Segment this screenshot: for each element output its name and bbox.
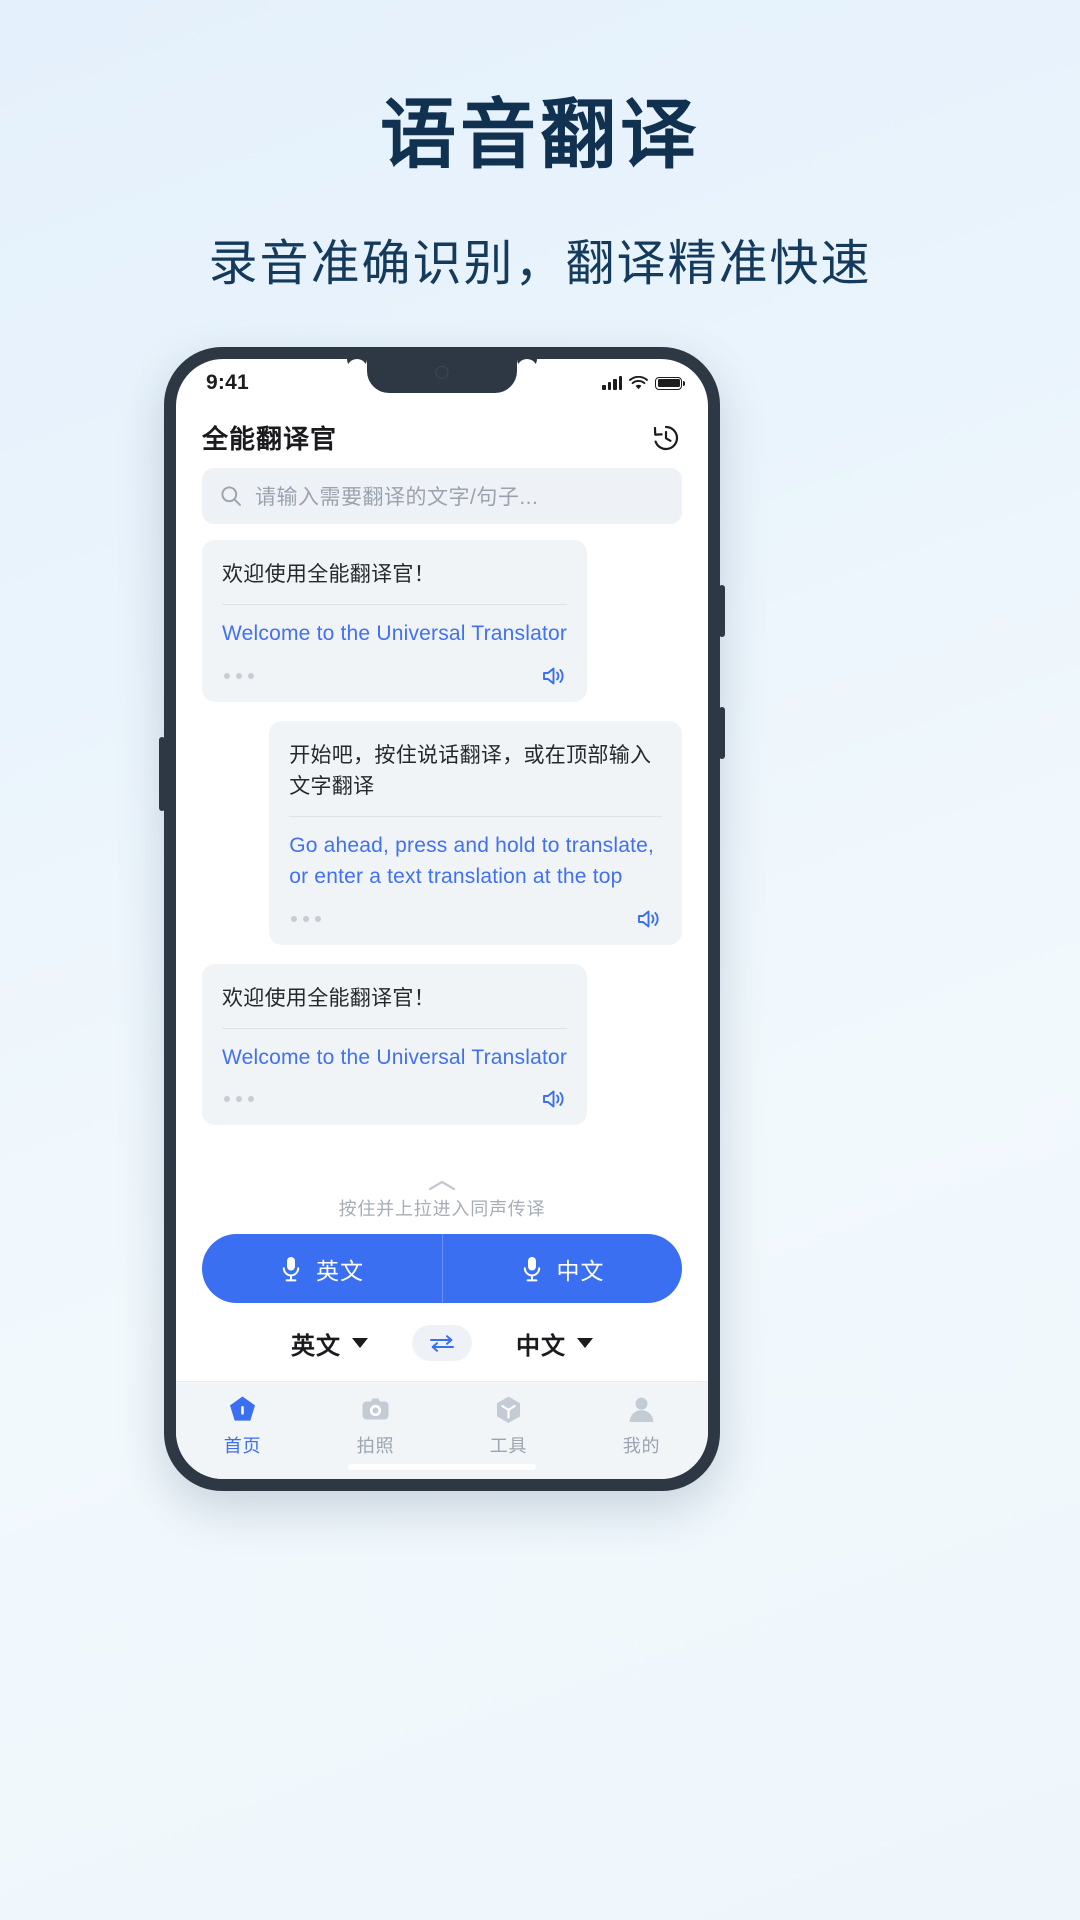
record-button-source-label: 英文 [316, 1257, 364, 1284]
search-placeholder: 请输入需要翻译的文字/句子... [255, 486, 539, 509]
status-icons [602, 375, 686, 391]
status-time: 9:41 [206, 371, 249, 394]
bubble-target-text: Welcome to the Universal Translator [222, 1045, 568, 1069]
swap-arrows-icon [430, 1335, 454, 1352]
more-dots-icon[interactable] [289, 915, 322, 922]
target-language-dropdown[interactable]: 中文 [516, 1326, 593, 1361]
user-profile-icon [629, 1397, 654, 1422]
caret-down-icon [352, 1338, 368, 1348]
chat-bubble[interactable]: 开始吧，按住说话翻译，或在顶部输入文字翻译 Go ahead, press an… [269, 720, 682, 945]
source-language-label: 英文 [291, 1332, 341, 1360]
microphone-icon [282, 1256, 300, 1281]
side-button [719, 707, 725, 759]
wifi-icon [629, 375, 648, 389]
speaker-icon[interactable] [634, 905, 662, 933]
tab-home-label: 首页 [223, 1436, 262, 1456]
chat-bubble[interactable]: 欢迎使用全能翻译官！ Welcome to the Universal Tran… [202, 540, 588, 702]
phone-mockup: 9:41 全能翻译官 请输入需要翻译的文字/句子... 欢迎使用全能翻译官！ W… [159, 347, 725, 1491]
tab-profile-label: 我的 [622, 1436, 661, 1456]
home-indicator [348, 1464, 536, 1470]
bubble-source-text: 开始吧，按住说话翻译，或在顶部输入文字翻译 [289, 743, 652, 798]
page-title: 语音翻译 [380, 93, 700, 178]
search-input[interactable]: 请输入需要翻译的文字/句子... [202, 468, 682, 524]
caret-down-icon [577, 1338, 593, 1348]
tab-profile[interactable]: 我的 [575, 1394, 708, 1458]
more-dots-icon[interactable] [222, 1096, 254, 1103]
record-button-source[interactable]: 英文 [202, 1234, 442, 1303]
battery-full-icon [655, 376, 686, 390]
tab-camera[interactable]: 拍照 [309, 1394, 442, 1458]
phone-screen: 9:41 全能翻译官 请输入需要翻译的文字/句子... 欢迎使用全能翻译官！ W… [176, 359, 708, 1479]
chat-bubble[interactable]: 欢迎使用全能翻译官！ Welcome to the Universal Tran… [202, 963, 588, 1126]
pull-up-hint[interactable]: 按住并上拉进入同声传译 [176, 1171, 708, 1223]
volume-button [159, 737, 165, 811]
source-language-dropdown[interactable]: 英文 [291, 1326, 368, 1361]
record-button-target-label: 中文 [556, 1257, 605, 1284]
record-button-target[interactable]: 中文 [442, 1234, 682, 1303]
more-dots-icon[interactable] [222, 672, 254, 679]
bubble-source-text: 欢迎使用全能翻译官！ [222, 986, 435, 1010]
tab-tools[interactable]: 工具 [442, 1394, 575, 1458]
record-button-group: 英文 中文 [202, 1234, 682, 1303]
bubble-target-text: Welcome to the Universal Translator [222, 622, 568, 646]
language-selector-row: 英文 中文 [176, 1303, 708, 1381]
chevron-up-icon [428, 1180, 456, 1191]
tab-camera-label: 拍照 [356, 1436, 395, 1456]
swap-languages-button[interactable] [412, 1325, 472, 1361]
home-icon [230, 1396, 255, 1421]
search-section: 请输入需要翻译的文字/句子... [176, 466, 708, 524]
history-icon[interactable] [650, 422, 682, 454]
status-bar: 9:41 [176, 359, 708, 407]
speaker-icon[interactable] [539, 1085, 567, 1113]
pull-up-hint-label: 按住并上拉进入同声传译 [338, 1199, 546, 1219]
page-subtitle: 录音准确识别，翻译精准快速 [208, 236, 872, 291]
tools-cube-icon [497, 1396, 520, 1423]
search-icon [221, 486, 241, 506]
microphone-icon [523, 1256, 540, 1281]
power-button [719, 585, 725, 637]
bubble-divider [222, 1027, 568, 1029]
bubble-target-text: Go ahead, press and hold to translate, o… [289, 833, 655, 889]
bubble-footer [222, 662, 567, 690]
bubble-footer [289, 905, 662, 933]
tab-home[interactable]: 首页 [176, 1394, 309, 1458]
bubble-divider [289, 815, 662, 817]
bubble-divider [222, 604, 568, 606]
app-header: 全能翻译官 [176, 407, 708, 466]
signal-bars-icon [602, 376, 622, 390]
app-title: 全能翻译官 [202, 424, 338, 454]
target-language-label: 中文 [516, 1332, 566, 1360]
chat-list: 欢迎使用全能翻译官！ Welcome to the Universal Tran… [176, 524, 708, 1171]
bubble-footer [222, 1085, 567, 1113]
camera-icon [362, 1398, 389, 1420]
speaker-icon[interactable] [539, 662, 567, 690]
bubble-source-text: 欢迎使用全能翻译官！ [222, 563, 435, 586]
promo-header: 语音翻译 录音准确识别，翻译精准快速 [0, 0, 1080, 295]
tab-tools-label: 工具 [489, 1436, 528, 1456]
